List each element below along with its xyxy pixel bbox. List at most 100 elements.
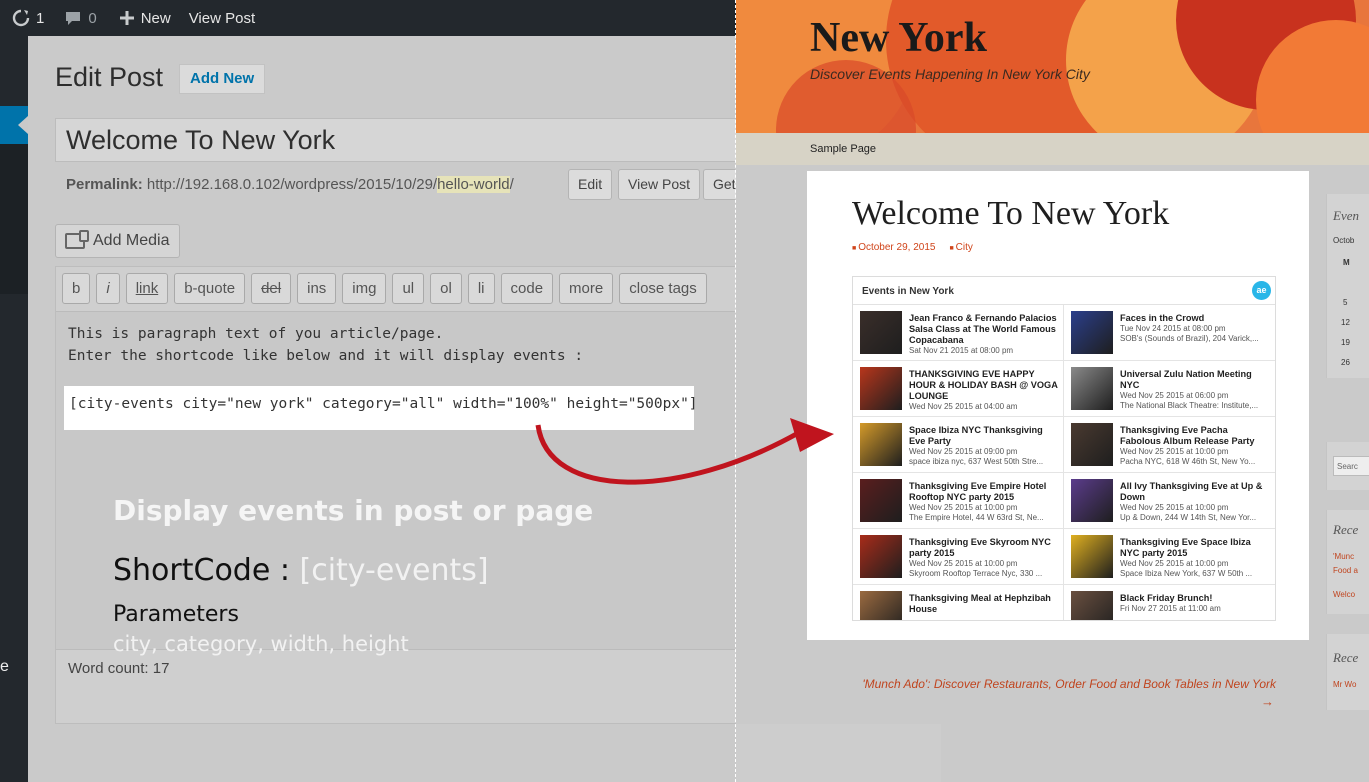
event-thumbnail[interactable] [1071, 423, 1113, 466]
event-text: Thanksgiving Meal at Hephzibah House [909, 593, 1059, 615]
comments-item[interactable]: 0 [64, 9, 97, 27]
permalink-base[interactable]: http://192.168.0.102/wordpress/2015/10/2… [147, 176, 437, 193]
event-title[interactable]: Thanksgiving Eve Empire Hotel Rooftop NY… [909, 481, 1059, 503]
recent-comments-heading: Rece [1333, 650, 1359, 665]
events-grid: Jean Franco & Fernando Palacios Salsa Cl… [853, 305, 1275, 620]
qt-li-button[interactable]: li [467, 273, 495, 304]
get-shortlink-button[interactable]: Get [703, 169, 736, 200]
event-thumbnail[interactable] [1071, 367, 1113, 410]
event-thumbnail[interactable] [860, 311, 902, 354]
event-title[interactable]: All Ivy Thanksgiving Eve at Up & Down [1120, 481, 1270, 503]
event-venue: space ibiza nyc, 637 West 50th Stre... [909, 457, 1044, 466]
calendar-day[interactable]: 12 [1341, 318, 1350, 327]
view-post-link[interactable]: View Post [189, 10, 255, 27]
next-arrow-icon[interactable]: → [1261, 694, 1274, 709]
updates-item[interactable]: 1 [12, 9, 44, 27]
post-title[interactable]: Welcome To New York [852, 195, 1169, 233]
recent-comment-link[interactable]: Mr Wo [1333, 680, 1356, 689]
post-category[interactable]: City [949, 242, 973, 253]
event-title[interactable]: Thanksgiving Eve Space Ibiza NYC party 2… [1120, 537, 1270, 559]
event-title[interactable]: Space Ibiza NYC Thanksgiving Eve Party [909, 425, 1059, 447]
recent-post-link[interactable]: Food a [1333, 566, 1358, 575]
event-thumbnail[interactable] [1071, 535, 1113, 578]
event-title[interactable]: Faces in the Crowd [1120, 313, 1270, 324]
allevents-logo-icon[interactable]: ae [1252, 281, 1271, 300]
qt-img-button[interactable]: img [342, 273, 387, 304]
admin-bar: 1 0 New View Post [0, 0, 736, 36]
qt-ul-button[interactable]: ul [392, 273, 425, 304]
event-item[interactable]: All Ivy Thanksgiving Eve at Up & Down Wed… [1064, 473, 1275, 529]
permalink-edit-button[interactable]: Edit [568, 169, 613, 200]
event-thumbnail[interactable] [1071, 591, 1113, 620]
refresh-icon [12, 9, 30, 27]
event-item[interactable]: Thanksgiving Eve Pacha Fabolous Album Re… [1064, 417, 1275, 473]
qt-ol-button[interactable]: ol [430, 273, 462, 304]
editor-textarea[interactable]: This is paragraph text of you article/pa… [56, 311, 736, 649]
event-thumbnail[interactable] [1071, 479, 1113, 522]
add-media-button[interactable]: Add Media [55, 224, 180, 258]
qt-del-button[interactable]: del [251, 273, 292, 304]
event-item[interactable]: Thanksgiving Eve Skyroom NYC party 2015 W… [853, 529, 1064, 585]
qt-code-button[interactable]: code [500, 273, 554, 304]
search-widget: Searc [1326, 442, 1369, 490]
comment-icon [66, 12, 81, 25]
qt-more-button[interactable]: more [559, 273, 614, 304]
post-title-input[interactable]: Welcome To New York [55, 118, 736, 162]
event-text: All Ivy Thanksgiving Eve at Up & Down Wed… [1120, 481, 1270, 523]
footer-strip [736, 724, 941, 782]
calendar-day[interactable]: 19 [1341, 338, 1350, 347]
event-title[interactable]: THANKSGIVING EVE HAPPY HOUR & HOLIDAY BA… [909, 369, 1059, 402]
promo-shortcode: ShortCode : [city-events] [113, 553, 489, 588]
qt-close-tags-button[interactable]: close tags [619, 273, 707, 304]
calendar-weekday: M [1343, 258, 1350, 267]
new-label: New [140, 9, 171, 27]
event-item[interactable]: Universal Zulu Nation Meeting NYC Wed Nov… [1064, 361, 1275, 417]
qt-ins-button[interactable]: ins [297, 273, 337, 304]
event-thumbnail[interactable] [860, 367, 902, 410]
permalink-view-post-button[interactable]: View Post [618, 169, 700, 200]
search-input[interactable]: Searc [1333, 456, 1369, 476]
qt-italic-button[interactable]: i [96, 273, 120, 304]
new-content-item[interactable]: New [119, 10, 171, 27]
site-title[interactable]: New York [810, 14, 987, 62]
event-text: Thanksgiving Eve Empire Hotel Rooftop NY… [909, 481, 1059, 523]
permalink-slug[interactable]: hello-world [437, 176, 510, 193]
event-title[interactable]: Thanksgiving Eve Skyroom NYC party 2015 [909, 537, 1059, 559]
calendar-day[interactable]: 5 [1343, 298, 1347, 307]
event-item[interactable]: Faces in the Crowd Tue Nov 24 2015 at 08:… [1064, 305, 1275, 361]
event-item[interactable]: Space Ibiza NYC Thanksgiving Eve Party We… [853, 417, 1064, 473]
event-title[interactable]: Thanksgiving Meal at Hephzibah House [909, 593, 1059, 615]
qt-bold-button[interactable]: b [62, 273, 91, 304]
event-item[interactable]: Thanksgiving Eve Empire Hotel Rooftop NY… [853, 473, 1064, 529]
event-thumbnail[interactable] [860, 479, 902, 522]
qt-link-button[interactable]: link [125, 273, 169, 304]
next-post-link[interactable]: 'Munch Ado': Discover Restaurants, Order… [856, 675, 1276, 694]
event-date: Wed Nov 25 2015 at 10:00 pm [1120, 503, 1229, 512]
qt-blockquote-button[interactable]: b-quote [174, 273, 246, 304]
event-title[interactable]: Universal Zulu Nation Meeting NYC [1120, 369, 1270, 391]
event-item[interactable]: Jean Franco & Fernando Palacios Salsa Cl… [853, 305, 1064, 361]
event-thumbnail[interactable] [860, 591, 902, 620]
event-text: Space Ibiza NYC Thanksgiving Eve Party We… [909, 425, 1059, 467]
add-new-button[interactable]: Add New [179, 64, 266, 94]
event-thumbnail[interactable] [860, 423, 902, 466]
events-widget: Events in New York ae Jean Franco & Fern… [852, 276, 1276, 621]
post-date[interactable]: October 29, 2015 [852, 242, 935, 253]
promo-shortcode-label: ShortCode : [113, 553, 290, 588]
recent-post-link[interactable]: 'Munc [1333, 552, 1354, 561]
event-text: Black Friday Brunch! Fri Nov 27 2015 at 1… [1120, 593, 1270, 614]
event-thumbnail[interactable] [1071, 311, 1113, 354]
recent-post-link[interactable]: Welco [1333, 590, 1355, 599]
event-title[interactable]: Black Friday Brunch! [1120, 593, 1270, 604]
event-item[interactable]: Black Friday Brunch! Fri Nov 27 2015 at 1… [1064, 585, 1275, 620]
updates-count: 1 [36, 9, 45, 27]
event-item[interactable]: THANKSGIVING EVE HAPPY HOUR & HOLIDAY BA… [853, 361, 1064, 417]
nav-sample-page[interactable]: Sample Page [810, 143, 876, 155]
calendar-day[interactable]: 26 [1341, 358, 1350, 367]
event-thumbnail[interactable] [860, 535, 902, 578]
event-item[interactable]: Thanksgiving Eve Space Ibiza NYC party 2… [1064, 529, 1275, 585]
event-title[interactable]: Thanksgiving Eve Pacha Fabolous Album Re… [1120, 425, 1270, 447]
event-text: Jean Franco & Fernando Palacios Salsa Cl… [909, 313, 1059, 356]
event-title[interactable]: Jean Franco & Fernando Palacios Salsa Cl… [909, 313, 1059, 346]
event-item[interactable]: Thanksgiving Meal at Hephzibah House [853, 585, 1064, 620]
